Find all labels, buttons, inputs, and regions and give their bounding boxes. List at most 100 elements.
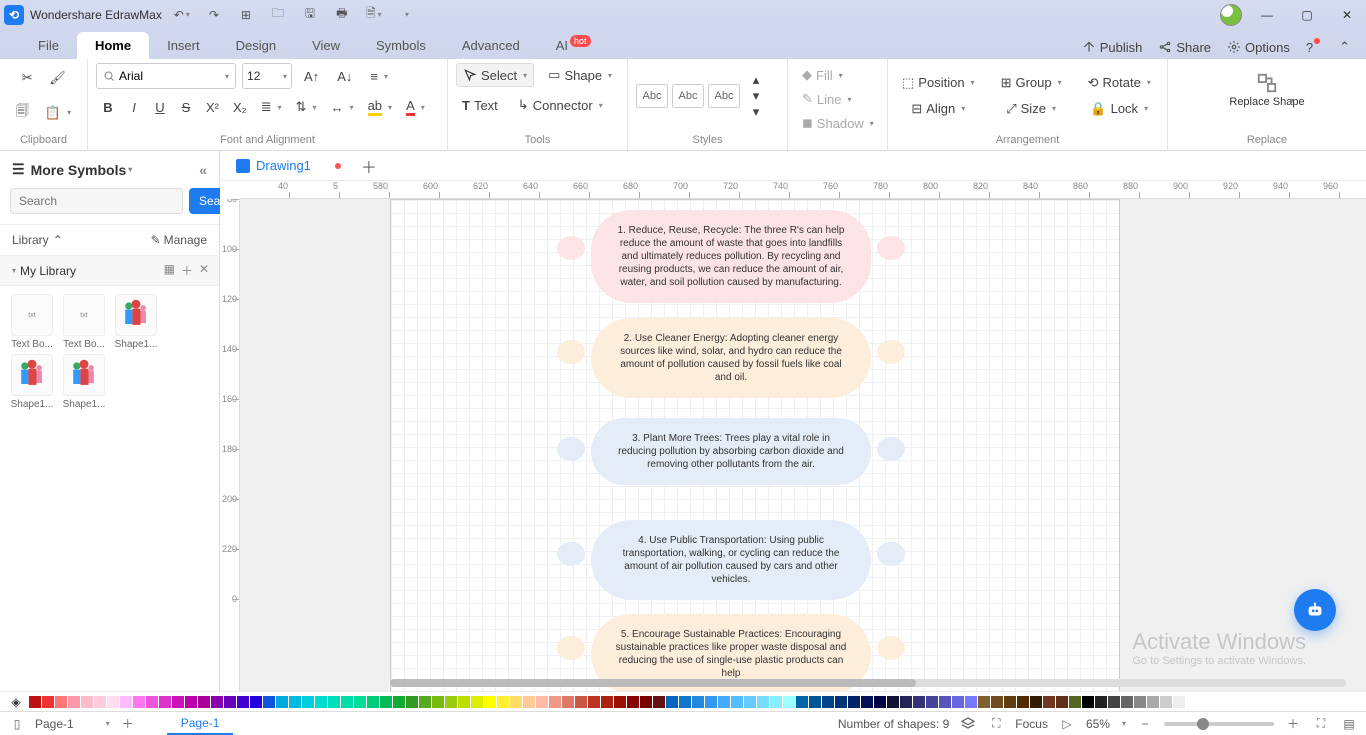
color-swatch[interactable] xyxy=(497,696,509,708)
color-swatch[interactable] xyxy=(679,696,691,708)
color-swatch[interactable] xyxy=(640,696,652,708)
shadow-button[interactable]: ◼ Shadow▾ xyxy=(796,111,880,135)
shape-cell-family-1[interactable]: Shape1... xyxy=(112,294,160,350)
tab-ai[interactable]: AIhot xyxy=(538,32,609,59)
font-size-select[interactable]: 12▾ xyxy=(242,63,292,89)
color-swatch[interactable] xyxy=(536,696,548,708)
color-swatch[interactable] xyxy=(757,696,769,708)
fill-button[interactable]: ◆ Fill▾ xyxy=(796,63,849,87)
zoom-slider[interactable] xyxy=(1164,722,1274,726)
color-swatch[interactable] xyxy=(133,696,145,708)
zoom-in-button[interactable]: ＋ xyxy=(1284,715,1302,733)
color-swatch[interactable] xyxy=(1160,696,1172,708)
tab-advanced[interactable]: Advanced xyxy=(444,32,538,59)
user-avatar[interactable] xyxy=(1220,4,1242,26)
color-swatch[interactable] xyxy=(445,696,457,708)
minimize-button[interactable]: — xyxy=(1252,3,1282,27)
options-button[interactable]: Options xyxy=(1221,36,1296,59)
underline-button[interactable]: U xyxy=(148,95,172,119)
superscript-button[interactable]: X² xyxy=(200,95,225,119)
color-swatch[interactable] xyxy=(146,696,158,708)
mylib-add-button[interactable]: ＋ xyxy=(181,262,193,279)
paste-button[interactable]: 📋▾ xyxy=(39,101,77,125)
color-swatch[interactable] xyxy=(835,696,847,708)
color-swatch[interactable] xyxy=(471,696,483,708)
color-swatch[interactable] xyxy=(55,696,67,708)
tab-symbols[interactable]: Symbols xyxy=(358,32,444,59)
position-button[interactable]: ⬚ Position▾ xyxy=(896,71,981,95)
text-align-button[interactable]: ≡▾ xyxy=(364,64,394,88)
color-swatch[interactable] xyxy=(458,696,470,708)
color-swatch[interactable] xyxy=(731,696,743,708)
text-shape-1[interactable]: 1. Reduce, Reuse, Recycle: The three R's… xyxy=(591,210,871,303)
color-swatch[interactable] xyxy=(588,696,600,708)
color-swatch[interactable] xyxy=(81,696,93,708)
mylib-grid-button[interactable]: ▦ xyxy=(164,262,175,279)
color-swatch[interactable] xyxy=(627,696,639,708)
export-button[interactable]: 🗎▾ xyxy=(362,3,386,27)
color-swatch[interactable] xyxy=(601,696,613,708)
color-swatch[interactable] xyxy=(1134,696,1146,708)
cut-button[interactable]: ✂ xyxy=(15,66,39,90)
color-swatch[interactable] xyxy=(224,696,236,708)
symbol-search-input[interactable] xyxy=(10,188,183,214)
shape-cell-text-box-1[interactable]: txtText Bo... xyxy=(8,294,56,350)
color-swatch[interactable] xyxy=(263,696,275,708)
color-swatch[interactable] xyxy=(432,696,444,708)
color-swatch[interactable] xyxy=(1004,696,1016,708)
redo-button[interactable]: ↷ xyxy=(202,3,226,27)
style-preset-1[interactable]: Abc xyxy=(636,84,668,108)
color-swatch[interactable] xyxy=(107,696,119,708)
color-swatch[interactable] xyxy=(68,696,80,708)
color-swatch[interactable] xyxy=(666,696,678,708)
color-swatch[interactable] xyxy=(926,696,938,708)
color-swatch[interactable] xyxy=(705,696,717,708)
font-color-button[interactable]: A▾ xyxy=(400,95,431,119)
color-swatch[interactable] xyxy=(822,696,834,708)
shape-cell-text-box-2[interactable]: txtText Bo... xyxy=(60,294,108,350)
color-swatch[interactable] xyxy=(575,696,587,708)
align-button[interactable]: ⊟ Align▾ xyxy=(896,97,981,121)
font-family-select[interactable]: ▾ xyxy=(96,63,236,89)
text-shape-3[interactable]: 3. Plant More Trees: Trees play a vital … xyxy=(591,418,871,485)
connector-tool-button[interactable]: ↳ Connector▾ xyxy=(512,93,609,117)
color-swatch[interactable] xyxy=(393,696,405,708)
new-button[interactable]: ⊞ xyxy=(234,3,258,27)
color-swatch[interactable] xyxy=(562,696,574,708)
lock-button[interactable]: 🔒 Lock▾ xyxy=(1082,97,1157,121)
library-label[interactable]: Library xyxy=(12,233,49,247)
color-swatch[interactable] xyxy=(1056,696,1068,708)
subscript-button[interactable]: X₂ xyxy=(227,95,253,119)
share-button[interactable]: Share xyxy=(1152,36,1217,59)
color-swatch[interactable] xyxy=(172,696,184,708)
style-preset-3[interactable]: Abc xyxy=(708,84,740,108)
color-swatch[interactable] xyxy=(991,696,1003,708)
color-swatch[interactable] xyxy=(289,696,301,708)
rotate-button[interactable]: ⟲ Rotate▾ xyxy=(1082,71,1157,95)
format-painter-button[interactable]: 🖌 xyxy=(43,66,72,90)
color-swatch[interactable] xyxy=(1069,696,1081,708)
color-swatch[interactable] xyxy=(913,696,925,708)
color-swatch[interactable] xyxy=(42,696,54,708)
text-tool-button[interactable]: T Text xyxy=(456,93,504,117)
font-family-input[interactable] xyxy=(119,69,219,83)
color-swatch[interactable] xyxy=(874,696,886,708)
open-button[interactable]: 🗀 xyxy=(266,3,290,27)
bullets-button[interactable]: ≣▾ xyxy=(255,95,288,119)
color-swatch[interactable] xyxy=(900,696,912,708)
color-swatch[interactable] xyxy=(1108,696,1120,708)
color-swatch[interactable] xyxy=(159,696,171,708)
close-button[interactable]: ✕ xyxy=(1332,3,1362,27)
document-tab-drawing1[interactable]: Drawing1 xyxy=(226,154,351,177)
canvas-viewport[interactable]: 1. Reduce, Reuse, Recycle: The three R's… xyxy=(240,199,1366,691)
color-picker-icon[interactable]: ◈ xyxy=(8,694,24,710)
add-page-button[interactable]: ＋ xyxy=(119,715,137,733)
color-swatch[interactable] xyxy=(978,696,990,708)
color-swatch[interactable] xyxy=(614,696,626,708)
color-swatch[interactable] xyxy=(367,696,379,708)
line-button[interactable]: ✎ Line▾ xyxy=(796,87,858,111)
focus-mode-button[interactable]: ⛶ xyxy=(987,715,1005,733)
color-swatch[interactable] xyxy=(744,696,756,708)
mylib-close-button[interactable]: ✕ xyxy=(199,262,209,279)
color-swatch[interactable] xyxy=(29,696,41,708)
